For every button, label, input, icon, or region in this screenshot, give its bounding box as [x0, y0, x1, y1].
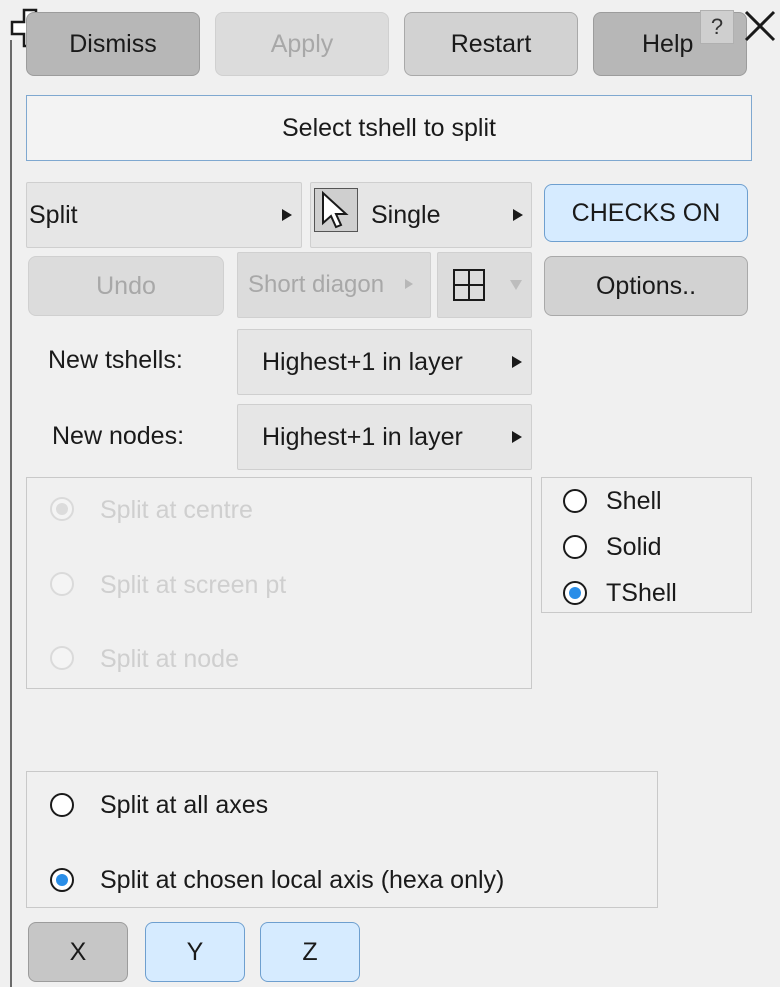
split-screen-pt-label: Split at screen pt	[100, 571, 287, 599]
shell-radio[interactable]	[563, 489, 587, 513]
selection-mode-label: Single	[371, 200, 441, 229]
axis-z-label: Z	[302, 937, 318, 966]
split-mode-label: Split	[29, 200, 78, 229]
split-all-axes-radio[interactable]	[50, 793, 74, 817]
split-chosen-axis-radio[interactable]	[50, 868, 74, 892]
tshell-label[interactable]: TShell	[606, 579, 677, 608]
help-label: Help	[642, 29, 694, 58]
diagonal-arrow-icon	[405, 279, 413, 289]
axis-y-button[interactable]: Y	[145, 922, 245, 982]
grid-split-icon	[452, 268, 486, 302]
options-label: Options..	[595, 271, 697, 300]
split-centre-label: Split at centre	[100, 496, 253, 524]
chevron-down-icon	[510, 280, 522, 290]
panel-left-border	[10, 40, 12, 987]
diagonal-dropdown: Short diagon	[237, 252, 431, 318]
split-chosen-axis-label[interactable]: Split at chosen local axis (hexa only)	[100, 866, 504, 895]
split-all-axes-label[interactable]: Split at all axes	[100, 791, 268, 820]
axis-y-label: Y	[186, 937, 204, 966]
new-tshells-label: New tshells:	[48, 346, 183, 374]
split-tshell-panel: Dismiss Apply Restart Help ? Select tshe…	[0, 0, 780, 987]
new-tshells-dropdown[interactable]: Highest+1 in layer	[237, 329, 532, 395]
new-tshells-arrow-icon	[512, 356, 522, 368]
solid-radio[interactable]	[563, 535, 587, 559]
options-button[interactable]: Options..	[544, 256, 748, 316]
prompt-text: Select tshell to split	[282, 113, 496, 142]
checks-on-toggle[interactable]: CHECKS ON	[544, 184, 748, 242]
prompt-bar: Select tshell to split	[26, 95, 752, 161]
axis-z-button[interactable]: Z	[260, 922, 360, 982]
diagonal-label: Short diagon	[248, 271, 385, 298]
split-node-label: Split at node	[100, 645, 239, 673]
undo-label: Undo	[96, 271, 156, 300]
split-mode-arrow-icon	[282, 209, 292, 221]
new-nodes-value: Highest+1 in layer	[262, 422, 463, 451]
dismiss-label: Dismiss	[69, 29, 157, 58]
solid-label[interactable]: Solid	[606, 533, 662, 562]
new-nodes-dropdown[interactable]: Highest+1 in layer	[237, 404, 532, 470]
checks-on-label: CHECKS ON	[571, 198, 721, 227]
tshell-radio[interactable]	[563, 581, 587, 605]
selection-mode-arrow-icon	[513, 209, 523, 221]
undo-button: Undo	[28, 256, 224, 316]
axis-x-label: X	[69, 937, 87, 966]
split-centre-radio	[50, 497, 74, 521]
split-screen-pt-radio	[50, 572, 74, 596]
dismiss-button[interactable]: Dismiss	[26, 12, 200, 76]
apply-label: Apply	[270, 29, 334, 58]
new-nodes-arrow-icon	[512, 431, 522, 443]
new-nodes-label: New nodes:	[52, 422, 185, 450]
close-x-icon[interactable]	[742, 8, 778, 44]
split-node-radio	[50, 646, 74, 670]
question-glyph: ?	[710, 14, 724, 39]
axis-x-button[interactable]: X	[28, 922, 128, 982]
cursor-pick-icon	[314, 188, 358, 232]
restart-button[interactable]: Restart	[404, 12, 578, 76]
new-tshells-value: Highest+1 in layer	[262, 347, 463, 376]
split-mode-dropdown[interactable]: Split	[26, 182, 302, 248]
restart-label: Restart	[450, 29, 532, 58]
apply-button: Apply	[215, 12, 389, 76]
shell-label[interactable]: Shell	[606, 487, 662, 516]
question-icon[interactable]: ?	[700, 10, 734, 44]
